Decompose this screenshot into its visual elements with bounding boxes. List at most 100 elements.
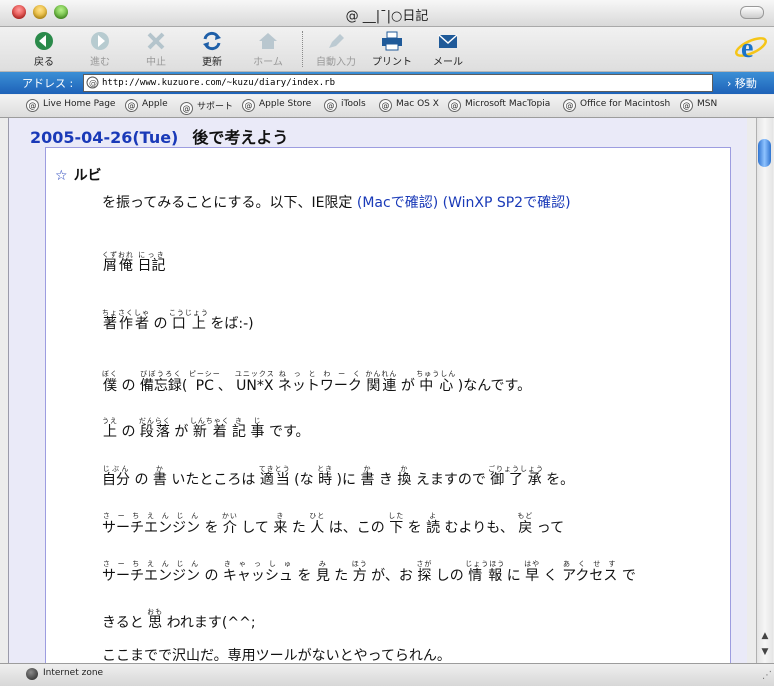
scroll-up-arrow-icon[interactable]: ▲ [758,629,772,643]
page-globe-icon: @ [86,76,99,89]
favorite-apple-store[interactable]: @ Apple Store [242,99,311,114]
ruby-line-2: 著作者ちょさくしゃ の 口上こうじょう をば:-) [102,309,254,332]
diary-title: 後で考えよう [192,128,289,147]
print-label: プリント [372,57,412,68]
favorite-at-icon: @ [379,99,392,112]
favorites-bar: @ Live Home Page @ Apple @ サポート @ Apple Stor… [0,95,774,118]
forward-button[interactable]: 進む [74,29,126,69]
refresh-icon [203,31,221,51]
toolbar-separator [302,31,303,67]
window-title: @ __|¯|○日記 [345,9,429,24]
title-bar[interactable]: @ __|¯|○日記 [0,0,774,27]
favorite-office-for-macintosh[interactable]: @ Office for Macintosh [563,99,670,114]
favorite-apple[interactable]: @ Apple [125,99,168,114]
ruby-line-3: 僕ぼく の 備忘録びぼうろく( PCピーシー、 UN*Xユニックス ネットワーク… [102,370,532,394]
window-left-edge [0,118,8,663]
svg-text:@: @ [89,79,97,88]
ruby-line-1: 屑俺くずおれ 日記にっき [102,251,165,276]
back-arrow-icon [35,32,53,50]
favorite-label: Mac OS X [396,99,439,109]
mail-envelope-icon [438,34,458,48]
favorite-at-icon: @ [680,99,693,112]
favorite-label: Apple Store [259,99,312,109]
vertical-scrollbar[interactable]: ▲ ▼ [756,118,773,663]
section-anchor-star[interactable]: ☆ [55,168,68,184]
favorite-support[interactable]: @ サポート [180,99,234,115]
favorite-label: Live Home Page [43,99,116,109]
url-input[interactable] [102,75,702,90]
scroll-down-arrow-icon[interactable]: ▼ [758,645,772,659]
favorite-mac-os-x[interactable]: @ Mac OS X [379,99,439,114]
ruby-line-7: サーチエンジンさ ー ち え ん じ ん の キャッシュき ゃ っ し ゅ を … [102,560,636,584]
zone-status-text: Internet zone [43,668,104,678]
winxp-confirm-link[interactable]: (WinXP SP2で確認) [443,195,571,211]
intro-text: を振ってみることにする。以下、IE限定 [102,195,357,211]
print-button[interactable]: プリント [366,29,418,69]
favorite-label: MSN [697,99,718,109]
address-bar: アドレス : @ › 移動 [0,72,774,94]
favorite-label: サポート [197,102,234,112]
forward-arrow-icon [91,32,109,50]
favorite-label: Apple [142,99,168,109]
mail-label: メール [433,57,463,68]
go-label: 移動 [734,77,757,90]
section-title: ☆ ルビ [55,165,102,185]
stop-x-icon [147,32,165,50]
favorite-at-icon: @ [324,99,337,112]
favorite-at-icon: @ [448,99,461,112]
browser-window: @ __|¯|○日記 戻る 進む 中止 更新 ホーム 自動入力 プリント メール… [0,0,774,686]
favorite-at-icon: @ [26,99,39,112]
ruby-word: 日記にっき [137,251,166,274]
page-content: 2005-04-26(Tue) 後で考えよう ☆ ルビ を振ってみることにする。以下… [8,118,747,663]
diary-section: ☆ ルビ を振ってみることにする。以下、IE限定 (Macで確認) (WinXP … [45,147,731,663]
favorite-microsoft-mactopia[interactable]: @ Microsoft MacTopia [448,99,550,114]
autofill-label: 自動入力 [316,57,356,68]
favorite-at-icon: @ [242,99,255,112]
favorite-at-icon: @ [180,102,193,115]
ruby-line-4: 上うえ の 段落だんらく が 新着しんちゃく 記き 事じ です。 [102,417,310,440]
ruby-line-6: サーチエンジンさ ー ち え ん じ ん を 介かい して 来き た 人ひと は… [102,512,565,536]
toolbar-toggle-button[interactable] [740,6,764,19]
stop-label: 中止 [146,57,166,68]
refresh-button[interactable]: 更新 [186,29,238,69]
scrollbar-thumb[interactable] [758,139,771,167]
address-label: アドレス : [22,77,74,90]
go-button[interactable]: › 移動 [727,75,757,91]
favorite-itools[interactable]: @ iTools [324,99,366,114]
svg-text:e: e [741,33,753,64]
autofill-pen-icon [329,34,344,48]
favorite-label: Microsoft MacTopia [465,99,551,109]
home-button[interactable]: ホーム [242,29,294,69]
mac-confirm-link[interactable]: (Macで確認) [357,195,438,211]
favorite-at-icon: @ [125,99,138,112]
stop-button[interactable]: 中止 [130,29,182,69]
home-label: ホーム [253,57,283,68]
back-button[interactable]: 戻る [18,29,70,69]
diary-heading: 2005-04-26(Tue) 後で考えよう [30,124,288,148]
address-field[interactable]: @ [83,74,713,92]
home-icon [259,33,277,49]
ruby-word: 屑俺くずおれ [102,251,134,274]
closing-line: ここまでで沢山だ。専用ツールがないとやってられん。 [102,648,451,663]
zone-globe-icon [26,668,38,680]
internet-explorer-logo-icon: e [735,33,767,64]
status-bar: Internet zone ⋰ [0,663,774,686]
autofill-button[interactable]: 自動入力 [310,29,362,69]
ruby-line-5: 自分じぶん の 書か いたところは 適当てきとう (な 時とき )に 書か き … [102,465,575,488]
forward-label: 進む [90,57,110,68]
section-title-text: ルビ [73,168,102,184]
printer-icon [382,31,402,51]
favorite-live-home-page[interactable]: @ Live Home Page [26,99,115,114]
diary-date-link[interactable]: 2005-04-26(Tue) [30,128,178,147]
favorite-msn[interactable]: @ MSN [680,99,717,114]
back-label: 戻る [34,57,54,68]
ruby-line-8: きると 思おも われます(^^; [102,608,256,631]
resize-grip-icon[interactable]: ⋰ [762,670,772,681]
refresh-label: 更新 [202,57,222,68]
toolbar: 戻る 進む 中止 更新 ホーム 自動入力 プリント メール e [0,27,774,72]
favorite-at-icon: @ [563,99,576,112]
favorite-label: Office for Macintosh [580,99,671,109]
intro-line: を振ってみることにする。以下、IE限定 (Macで確認) (WinXP SP2で… [102,193,571,213]
favorite-label: iTools [341,99,366,109]
mail-button[interactable]: メール [422,29,474,69]
